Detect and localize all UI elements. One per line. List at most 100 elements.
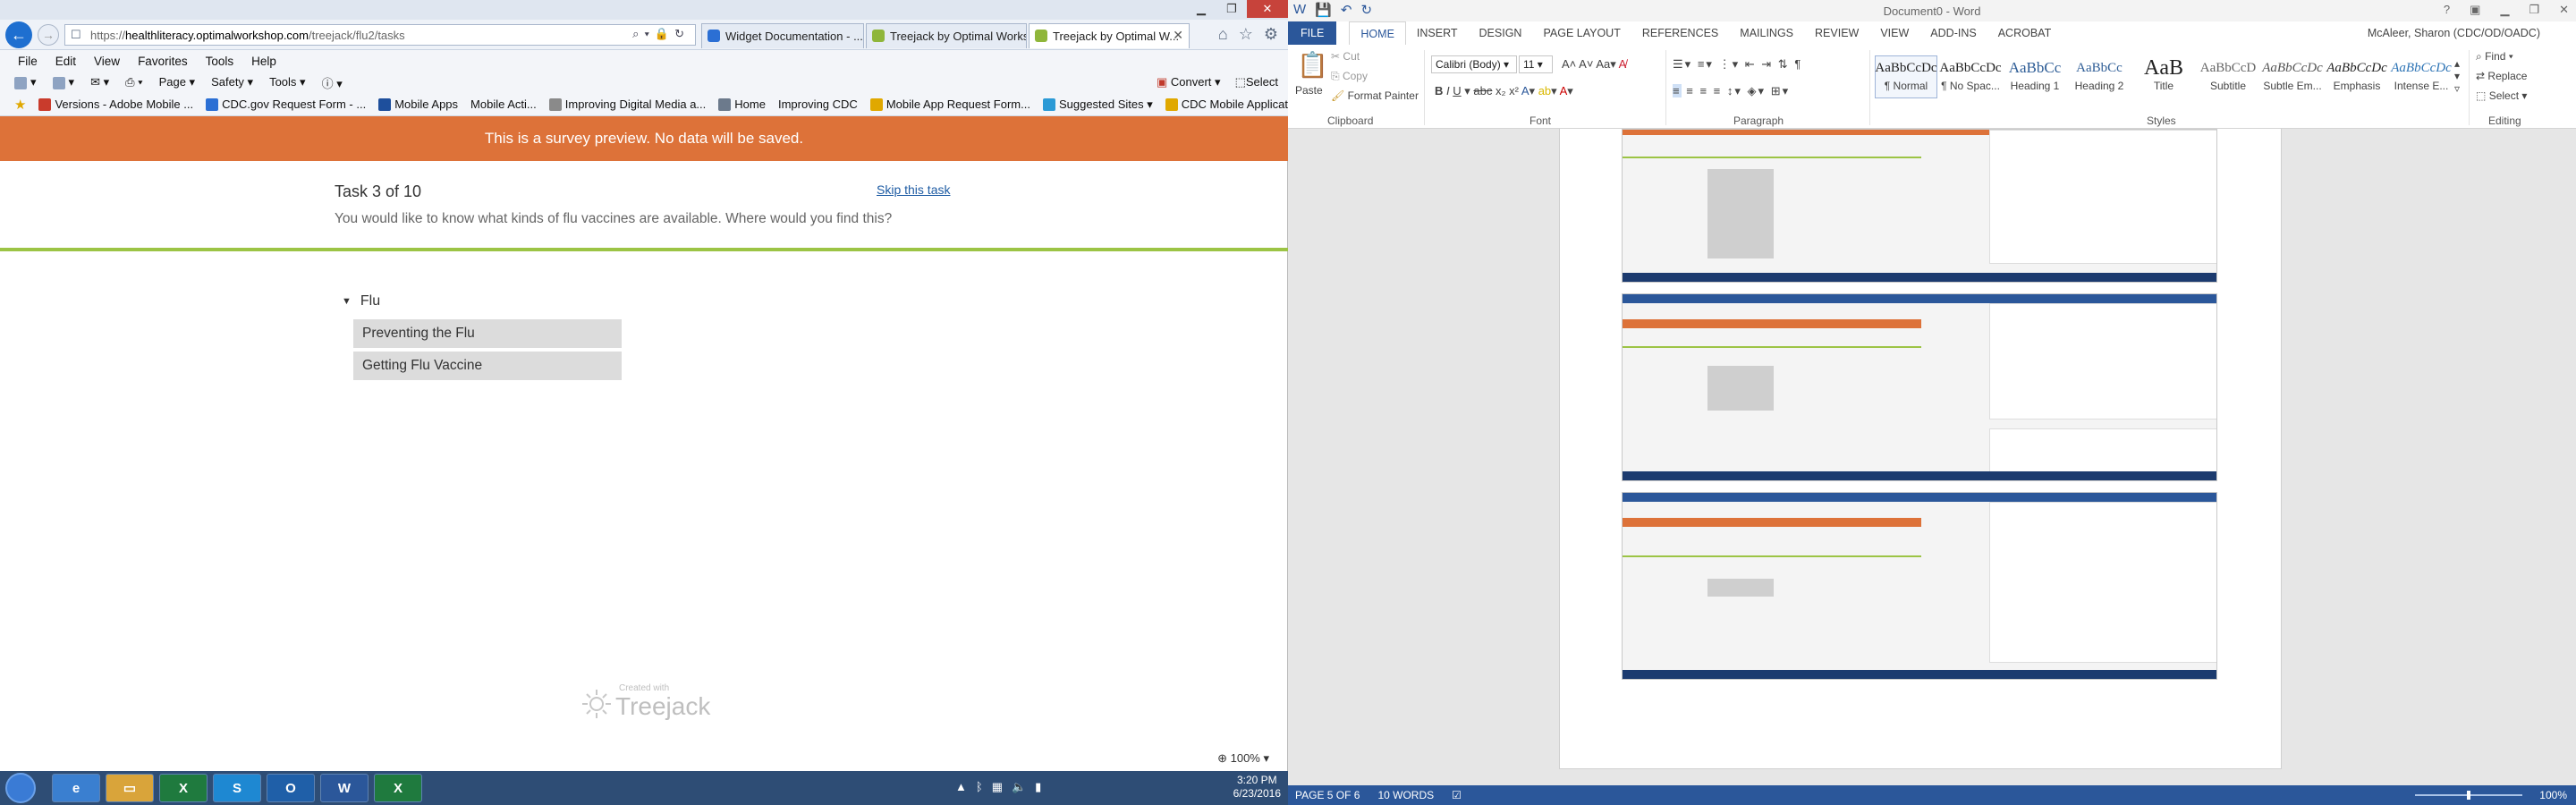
minimize-icon[interactable]: ▁	[1186, 0, 1216, 18]
favorite-link[interactable]: Versions - Adobe Mobile ...	[38, 97, 193, 112]
document-page[interactable]	[1559, 129, 2282, 769]
lock-icon[interactable]: 🔒	[655, 27, 674, 40]
safety-menu[interactable]: Safety ▾	[211, 75, 253, 89]
favorites-add-icon[interactable]: ▾	[14, 75, 37, 89]
browser-tab-treejack-1[interactable]: Treejack by Optimal Works...	[866, 23, 1027, 48]
page-count[interactable]: PAGE 5 OF 6	[1295, 789, 1360, 801]
paste-icon[interactable]: 📋	[1297, 50, 1328, 80]
menu-file[interactable]: File	[18, 55, 38, 68]
start-button-icon[interactable]	[5, 773, 36, 803]
forward-arrow-icon[interactable]: →	[38, 24, 59, 46]
tab-review[interactable]: REVIEW	[1804, 21, 1869, 45]
text-effects-icon[interactable]: A	[1521, 84, 1530, 97]
bold-icon[interactable]: B	[1435, 84, 1443, 97]
pasted-screenshot-2[interactable]	[1622, 293, 2217, 481]
internet-explorer-icon[interactable]: e	[52, 774, 100, 802]
menu-edit[interactable]: Edit	[55, 55, 76, 68]
cut-button[interactable]: ✂ Cut	[1331, 50, 1360, 63]
menu-view[interactable]: View	[94, 55, 120, 68]
excel-icon[interactable]: X	[374, 774, 422, 802]
list-buttons[interactable]: ☰▾ ≡▾ ⋮▾ ⇤ ⇥ ⇅ ¶	[1673, 57, 1802, 72]
align-right-icon[interactable]: ≡	[1699, 84, 1708, 97]
search-icon[interactable]: ⌕	[632, 27, 644, 40]
style-no-spacing[interactable]: AaBbCcDc ¶ No Spac...	[1939, 55, 2002, 98]
pasted-screenshot-1[interactable]	[1622, 129, 2217, 283]
tab-view[interactable]: VIEW	[1869, 21, 1919, 45]
ribbon-display-icon[interactable]: ▣	[2470, 3, 2480, 17]
style-title[interactable]: AaB Title	[2132, 55, 2195, 98]
word-count[interactable]: 10 WORDS	[1377, 789, 1434, 801]
maximize-icon[interactable]: ❐	[2529, 3, 2539, 17]
network-icon[interactable]: ▦	[992, 780, 1003, 794]
signed-in-user[interactable]: McAleer, Sharon (CDC/OD/OADC)	[2368, 27, 2540, 39]
tab-page-layout[interactable]: PAGE LAYOUT	[1532, 21, 1631, 45]
style-heading-1[interactable]: AaBbCc Heading 1	[2004, 55, 2066, 98]
dropdown-icon[interactable]: ▾	[644, 27, 654, 40]
decrease-indent-icon[interactable]: ⇤	[1745, 57, 1757, 71]
paste-button[interactable]: Paste	[1295, 84, 1323, 97]
tab-mailings[interactable]: MAILINGS	[1729, 21, 1804, 45]
tab-insert[interactable]: INSERT	[1406, 21, 1469, 45]
browser-tab-treejack-active[interactable]: Treejack by Optimal W... ✕	[1029, 23, 1190, 48]
font-name-select[interactable]: Calibri (Body) ▾	[1431, 55, 1517, 73]
show-marks-icon[interactable]: ¶	[1794, 57, 1802, 71]
word-zoom-level[interactable]: 100%	[2539, 789, 2567, 801]
help-icon[interactable]: ?	[2444, 3, 2450, 17]
tab-home[interactable]: HOME	[1349, 21, 1406, 45]
style-subtle-emphasis[interactable]: AaBbCcDc Subtle Em...	[2261, 55, 2324, 98]
favorite-link[interactable]: Mobile App Request Form...	[869, 97, 1030, 112]
volume-icon[interactable]: 🔈	[1012, 780, 1026, 794]
proofing-icon[interactable]: ☑	[1452, 789, 1462, 801]
word-icon[interactable]: W	[320, 774, 369, 802]
select-button[interactable]: ⬚ Select ▾	[2476, 89, 2527, 102]
home-icon[interactable]: ⌂	[1218, 25, 1228, 44]
underline-icon[interactable]: U	[1453, 84, 1461, 97]
find-button[interactable]: ⌕ Find ▾	[2476, 50, 2513, 64]
sort-icon[interactable]: ⇅	[1778, 57, 1790, 71]
strikethrough-icon[interactable]: abc	[1473, 84, 1492, 97]
shading-icon[interactable]: ◈▾	[1748, 84, 1767, 97]
excel-icon[interactable]: X	[159, 774, 208, 802]
font-color-icon[interactable]: A	[1560, 84, 1568, 97]
maximize-icon[interactable]: ❐	[1216, 0, 1247, 18]
favorite-link[interactable]: CDC.gov Request Form - ...	[206, 97, 366, 112]
page-menu[interactable]: Page ▾	[159, 75, 196, 89]
line-spacing-icon[interactable]: ↕▾	[1727, 84, 1742, 97]
numbering-icon[interactable]: ≡▾	[1698, 57, 1714, 71]
highlight-icon[interactable]: ab	[1538, 84, 1551, 97]
font-size-tools[interactable]: A˄ A˅ Aa▾ A̸	[1562, 57, 1626, 72]
italic-icon[interactable]: I	[1446, 84, 1450, 97]
convert-button[interactable]: ▣ Convert ▾	[1157, 75, 1221, 89]
select-button[interactable]: ⬚Select	[1235, 75, 1278, 89]
style-normal[interactable]: AaBbCcDc ¶ Normal	[1875, 55, 1937, 98]
favorites-star-icon[interactable]: ☆	[1239, 25, 1253, 44]
refresh-icon[interactable]: ↻	[674, 27, 690, 40]
favorite-link[interactable]: Mobile Apps	[378, 97, 458, 112]
favorite-link[interactable]: Mobile Acti...	[470, 97, 537, 111]
replace-button[interactable]: ⇄ Replace	[2476, 70, 2527, 82]
borders-icon[interactable]: ⊞▾	[1771, 84, 1790, 97]
tray-icon[interactable]: ▲	[955, 780, 967, 794]
align-left-icon[interactable]: ≡	[1673, 84, 1682, 97]
close-icon[interactable]: ✕	[1247, 0, 1288, 18]
minimize-icon[interactable]: ▁	[2500, 3, 2509, 17]
clock[interactable]: 3:20 PM 6/23/2016	[1233, 774, 1281, 801]
zoom-slider-handle[interactable]	[2467, 791, 2470, 800]
bullets-icon[interactable]: ☰▾	[1673, 57, 1692, 71]
tab-design[interactable]: DESIGN	[1469, 21, 1533, 45]
style-heading-2[interactable]: AaBbCc Heading 2	[2068, 55, 2131, 98]
favorites-star-icon[interactable]: ★	[14, 97, 26, 113]
back-arrow-icon[interactable]: ←	[5, 21, 32, 48]
font-style-buttons[interactable]: B I U ▾ abc x₂ x² A▾ ab▾ A▾	[1435, 84, 1573, 98]
mail-icon[interactable]: ✉ ▾	[90, 75, 109, 89]
help-icon[interactable]: ⓘ ▾	[322, 74, 343, 91]
style-intense-emphasis[interactable]: AaBbCcDc Intense E...	[2390, 55, 2453, 98]
favorite-link[interactable]: Home	[718, 97, 766, 112]
align-center-icon[interactable]: ≡	[1686, 84, 1695, 97]
pasted-screenshot-3[interactable]	[1622, 492, 2217, 680]
tab-file[interactable]: FILE	[1288, 21, 1337, 45]
settings-gear-icon[interactable]: ⚙	[1264, 25, 1278, 44]
skip-task-link[interactable]: Skip this task	[877, 182, 950, 197]
menu-tools[interactable]: Tools	[206, 55, 234, 68]
print-icon[interactable]: ⎙ ▾	[125, 75, 142, 89]
